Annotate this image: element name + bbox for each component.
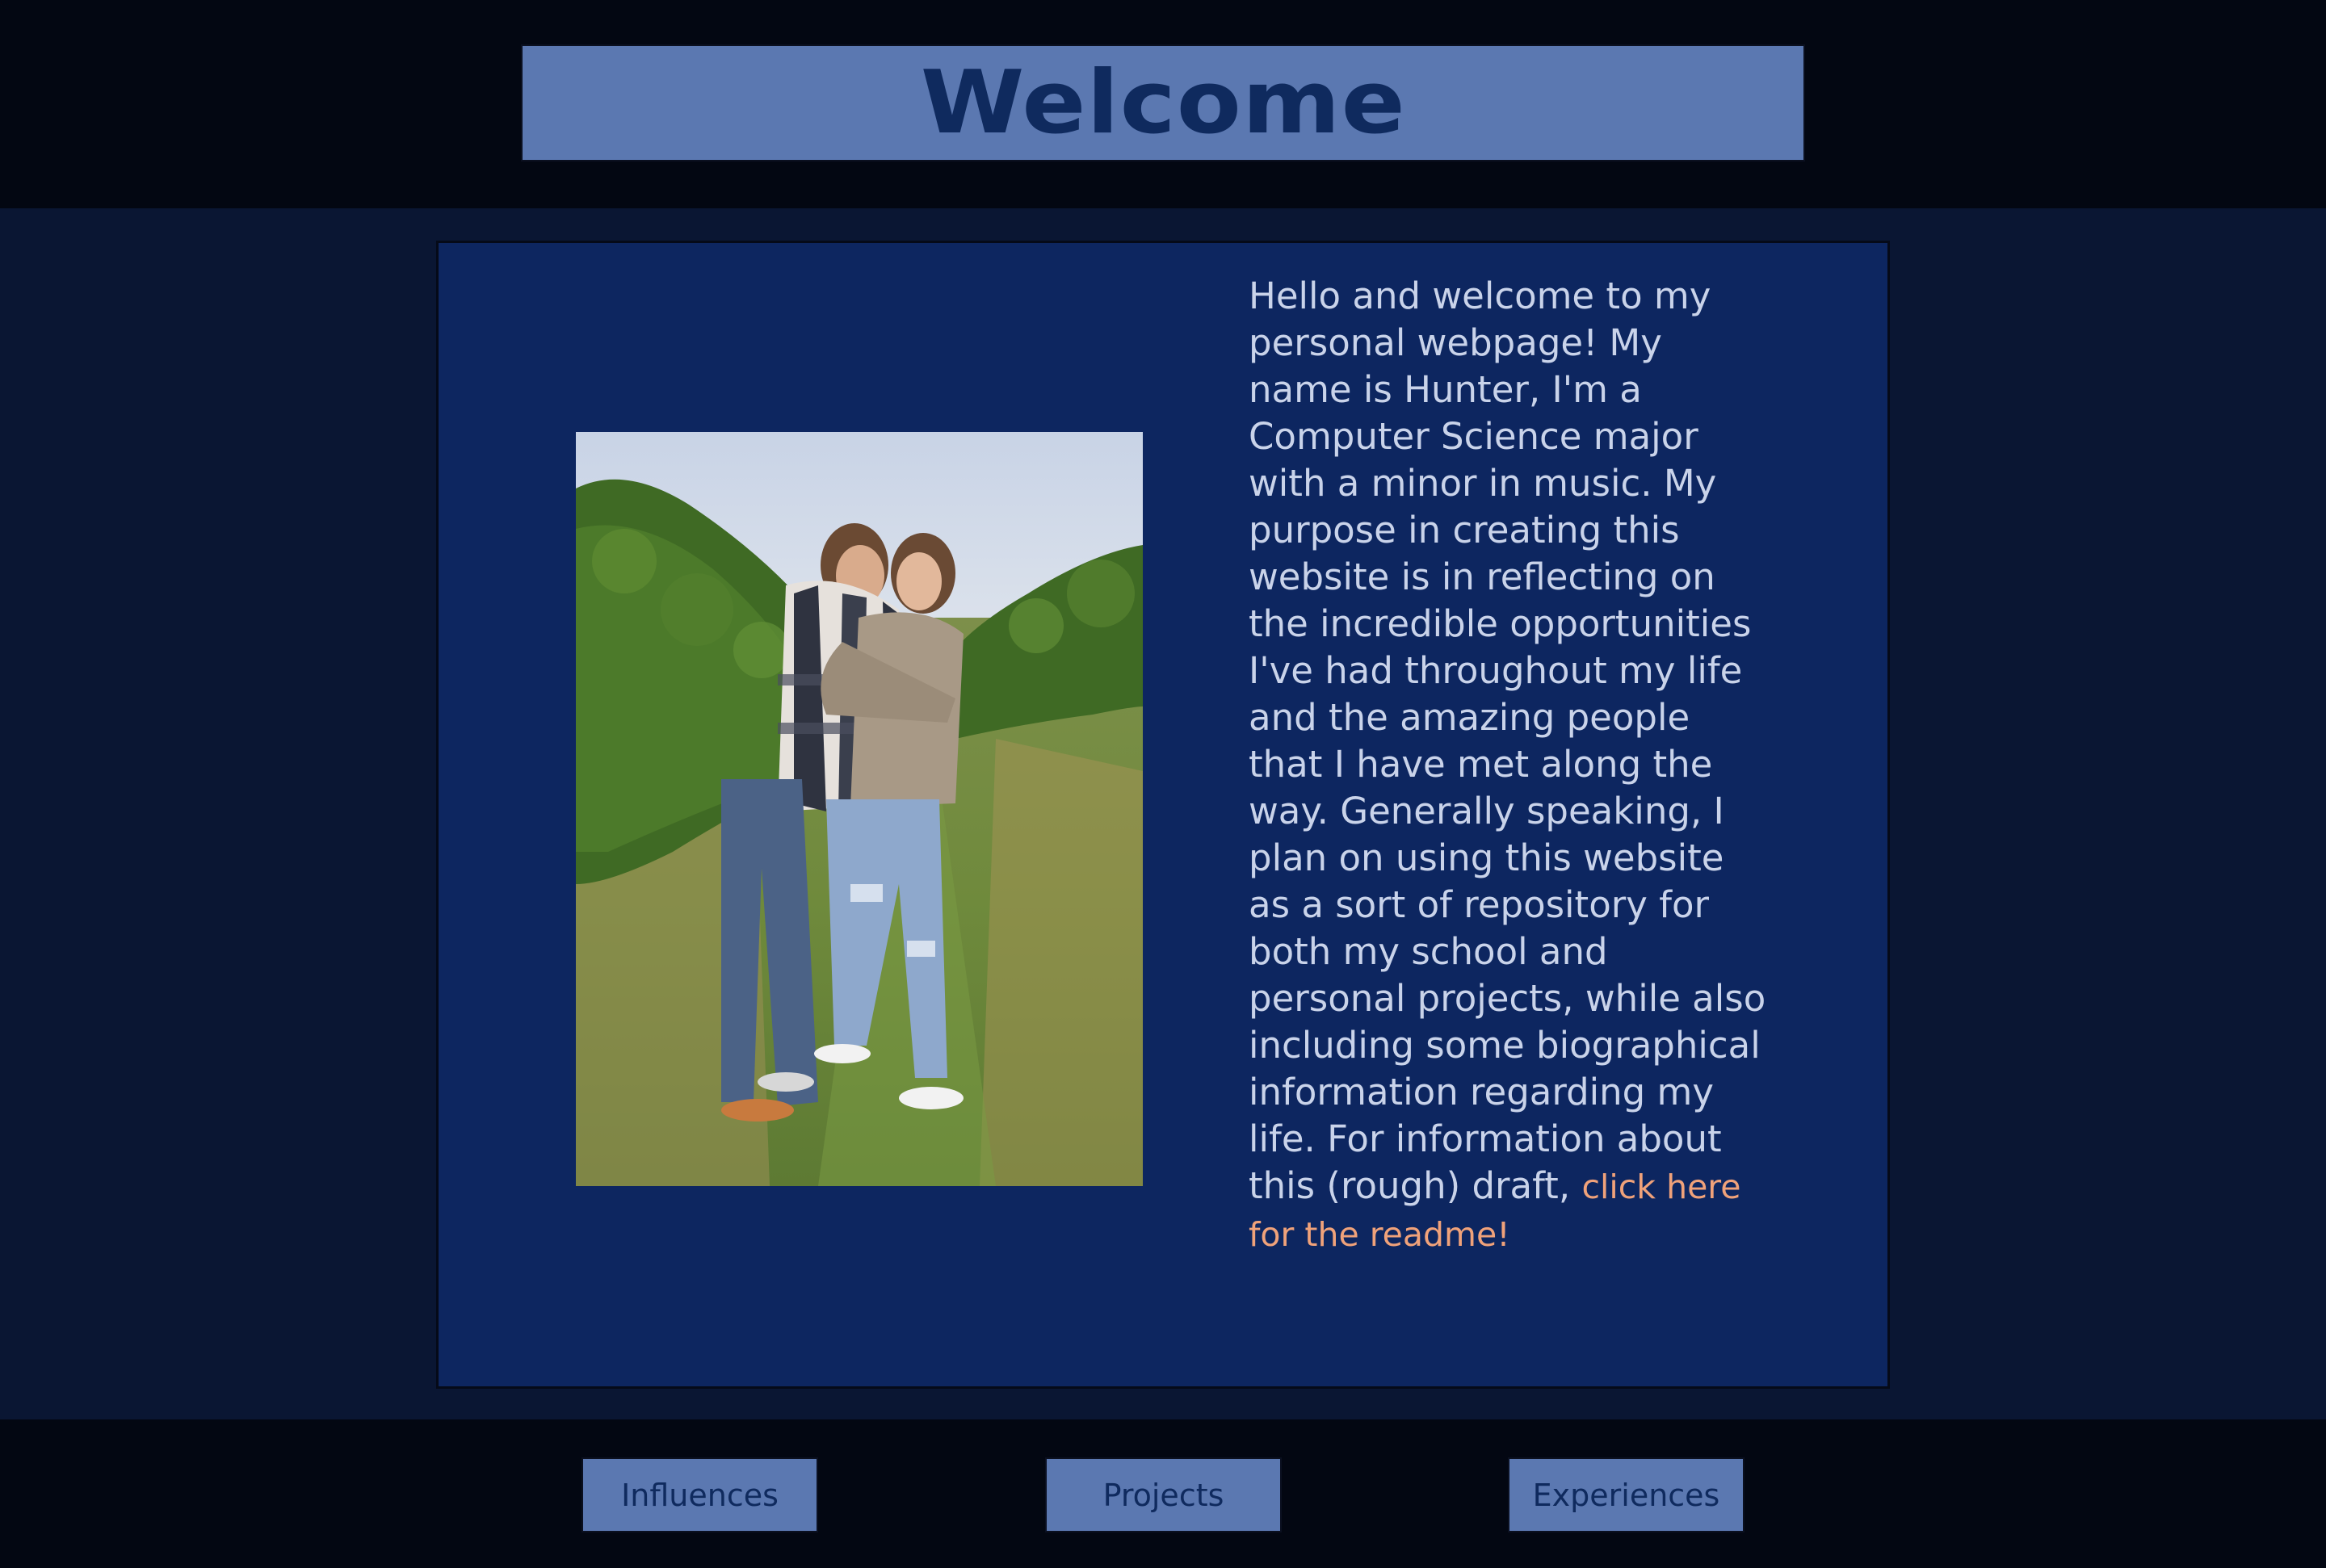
header: Welcome [0,0,2326,208]
intro-text: Hello and welcome to my personal webpage… [1249,275,1766,1207]
page: Welcome Hello and welcome to my personal… [0,0,2326,1568]
intro-paragraph: Hello and welcome to my personal webpage… [1249,273,1774,1258]
profile-photo [576,432,1143,1186]
influences-button[interactable]: Influences [582,1457,818,1532]
photo-illustration [576,432,1143,1186]
experiences-button[interactable]: Experiences [1508,1457,1744,1532]
title-banner: Welcome [521,44,1805,161]
projects-button[interactable]: Projects [1045,1457,1282,1532]
page-title: Welcome [920,52,1406,153]
